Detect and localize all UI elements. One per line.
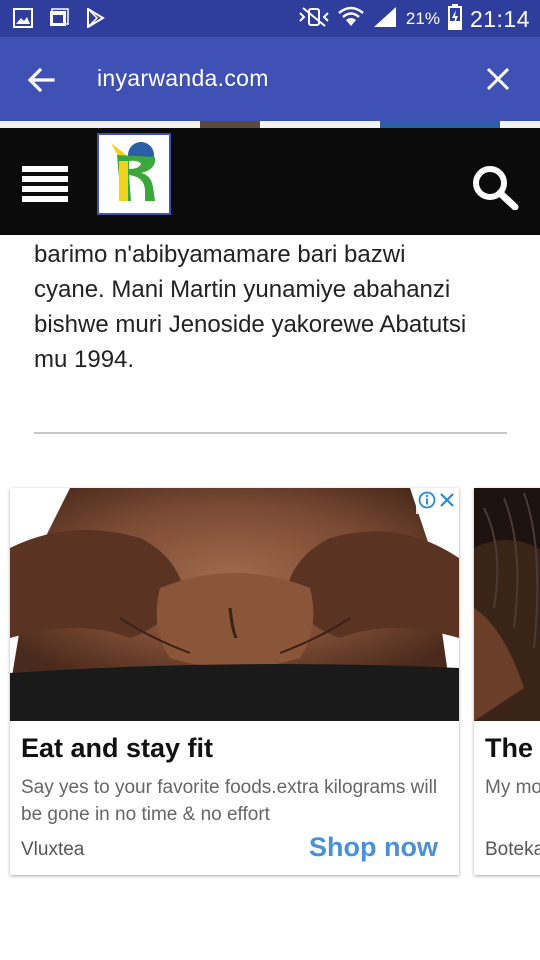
signal-icon [372, 5, 398, 33]
system-icons: 21% 21:14 [298, 4, 530, 34]
ad-title[interactable]: The [485, 733, 533, 764]
hamburger-menu-icon[interactable] [22, 166, 68, 202]
vibrate-mute-icon [298, 6, 330, 32]
site-header [0, 128, 540, 235]
ad-card[interactable]: The My mo gray ha Boteka [474, 488, 540, 875]
hero-image-strip [0, 121, 540, 128]
info-icon[interactable] [418, 491, 436, 513]
page-url[interactable]: inyarwanda.com [97, 65, 269, 92]
photos-icon [48, 8, 70, 28]
article-body: barimo n'abibyamamare bari bazwi cyane. … [34, 237, 514, 377]
site-logo[interactable] [97, 133, 171, 215]
wifi-icon [338, 6, 364, 32]
article-line: bishwe muri Jenoside yakorewe Abatutsi [34, 311, 467, 338]
shop-now-button[interactable]: Shop now [309, 832, 438, 863]
ad-brand: Boteka [485, 839, 540, 860]
ad-description: My mo gray ha [485, 777, 540, 798]
close-ad-icon[interactable] [439, 492, 455, 512]
ad-description: Say yes to your favorite foods.extra kil… [21, 777, 438, 825]
notification-icons [12, 8, 106, 28]
article-line: cyane. Mani Martin yunamiye abahanzi [34, 276, 451, 303]
divider [34, 432, 507, 434]
search-icon[interactable] [470, 164, 520, 211]
article-line: barimo n'abibyamamare bari bazwi [34, 241, 406, 268]
ad-image[interactable] [10, 488, 459, 721]
ad-image[interactable] [474, 488, 540, 721]
battery-charging-icon [447, 4, 462, 34]
battery-percent: 21% [405, 9, 440, 28]
article-line: mu 1994. [34, 346, 135, 373]
custom-tab-toolbar: inyarwanda.com [0, 37, 540, 121]
clock: 21:14 [469, 5, 530, 32]
gallery-icon [12, 8, 34, 28]
adchoices-badge[interactable] [416, 490, 457, 514]
play-store-icon [84, 8, 106, 28]
ad-brand: Vluxtea [21, 839, 85, 860]
ad-title[interactable]: Eat and stay fit [21, 733, 213, 764]
ad-card[interactable]: Eat and stay fit Say yes to your favorit… [10, 488, 459, 875]
status-bar: 21% 21:14 [0, 0, 540, 37]
arrow-left-icon[interactable] [26, 65, 56, 95]
close-icon[interactable] [486, 67, 510, 91]
